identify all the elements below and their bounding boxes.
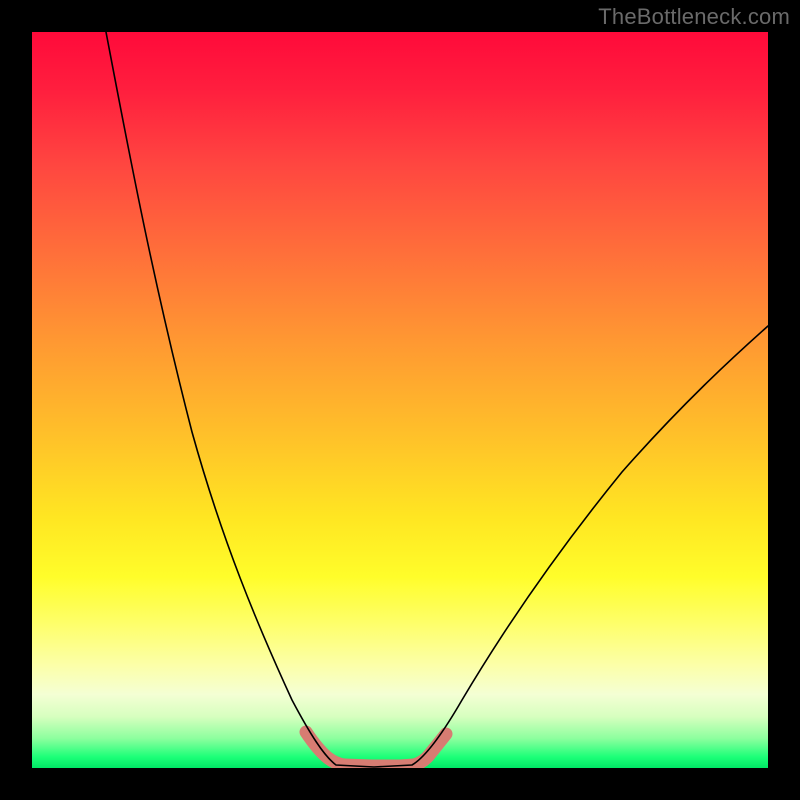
highlight-left-segment — [306, 732, 344, 765]
plot-area — [32, 32, 768, 768]
watermark-text: TheBottleneck.com — [598, 4, 790, 30]
chart-frame: TheBottleneck.com — [0, 0, 800, 800]
curve-layer — [32, 32, 768, 768]
bottleneck-curve — [106, 32, 768, 767]
